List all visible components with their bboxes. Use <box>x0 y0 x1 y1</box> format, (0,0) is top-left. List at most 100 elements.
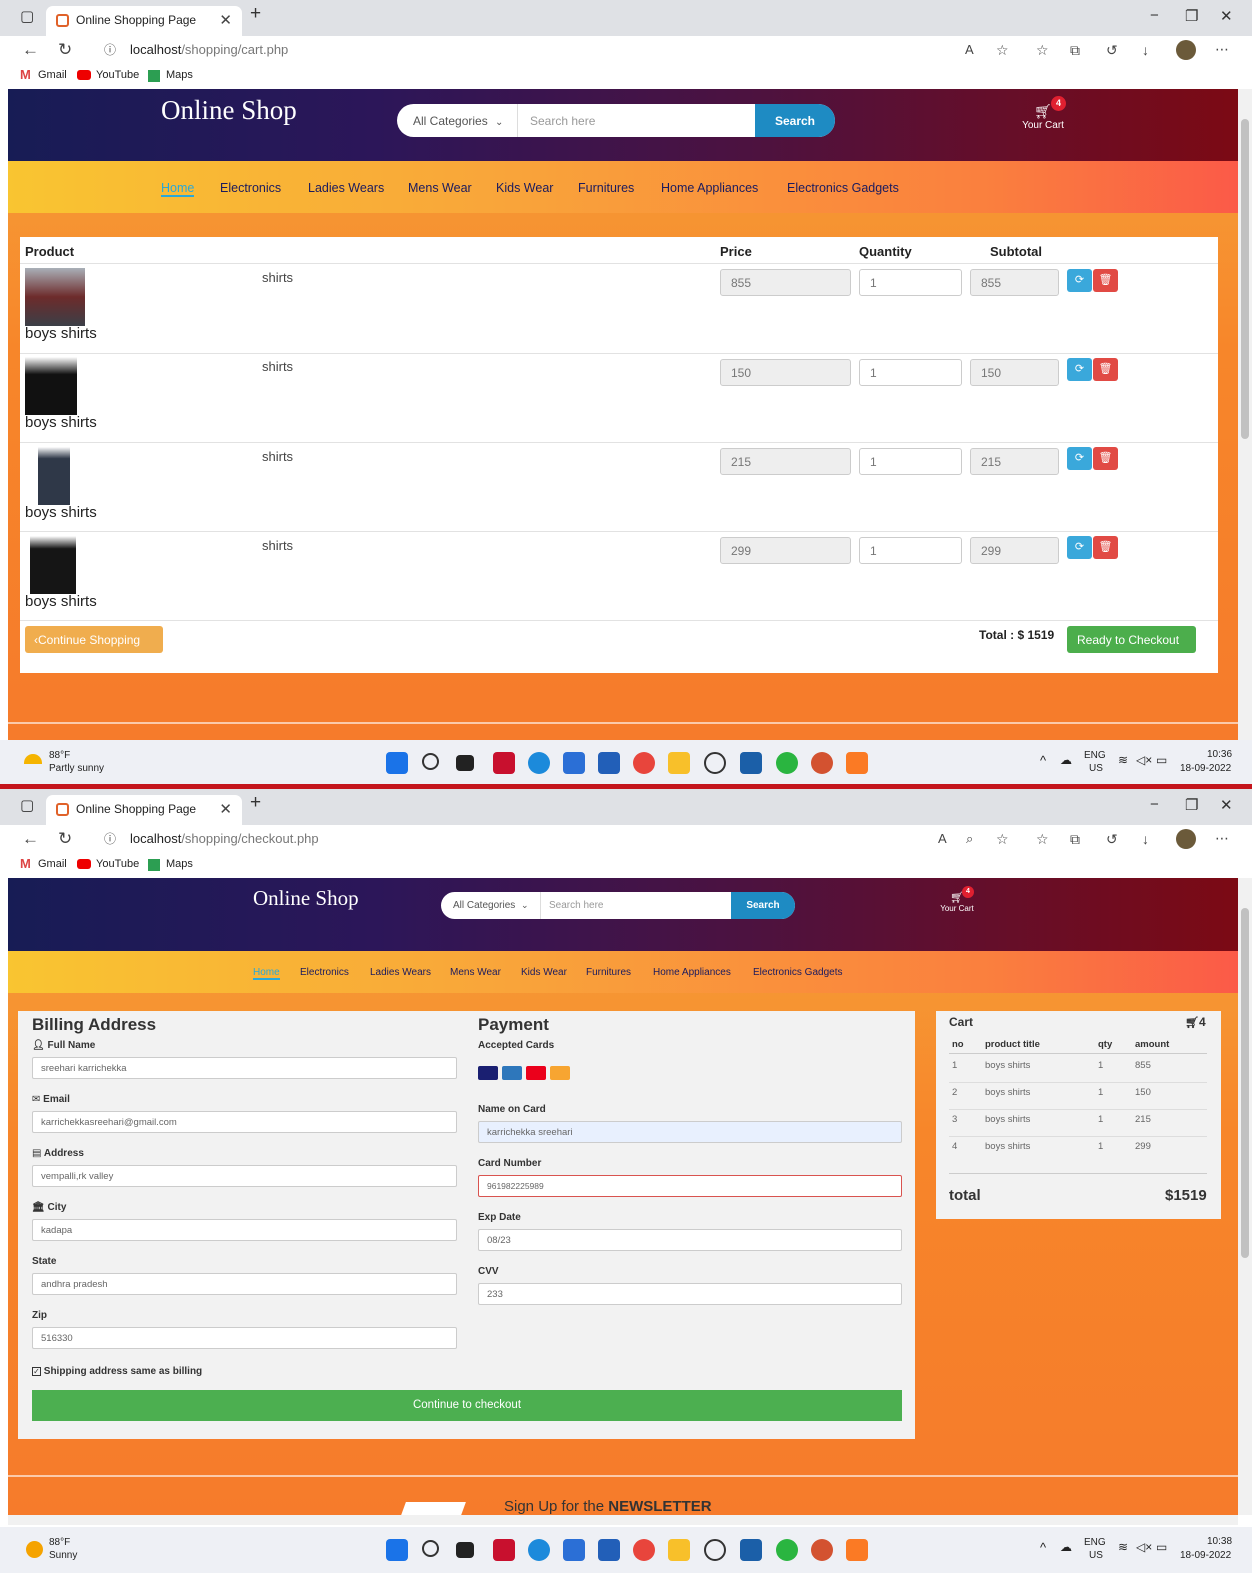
favorite-icon[interactable]: ☆ <box>996 42 1009 59</box>
clock-date[interactable]: 18-09-2022 <box>1180 1550 1231 1561</box>
edge-icon[interactable] <box>528 752 550 774</box>
continue-shopping-button[interactable]: ‹Continue Shopping <box>25 626 163 653</box>
search-input[interactable]: Search here <box>541 892 731 919</box>
restore-icon[interactable]: ❐ <box>1185 7 1198 25</box>
collections-icon[interactable]: ⧉ <box>1070 42 1080 59</box>
powerpoint-icon[interactable] <box>811 752 833 774</box>
back-icon[interactable]: ← <box>22 40 39 60</box>
back-icon[interactable]: ← <box>22 829 39 849</box>
tray-chevron-icon[interactable]: ^ <box>1040 1540 1046 1555</box>
quantity-input[interactable]: 1 <box>859 359 962 386</box>
url-field[interactable]: ⓘ localhost/shopping/cart.php <box>92 37 952 63</box>
menu-furnitures[interactable]: Furnitures <box>586 967 631 978</box>
state-input[interactable]: andhra pradesh <box>32 1273 457 1295</box>
delete-item-button[interactable]: 🗑︎ <box>1093 447 1118 470</box>
menu-kids-wear[interactable]: Kids Wear <box>496 181 553 195</box>
exp-date-input[interactable]: 08/23 <box>478 1229 902 1251</box>
bookmark-gmail[interactable]: Gmail <box>38 858 67 870</box>
clock-date[interactable]: 18-09-2022 <box>1180 763 1231 774</box>
mcafee-icon[interactable] <box>493 752 515 774</box>
menu-home-appliances[interactable]: Home Appliances <box>653 967 731 978</box>
search-input[interactable]: Search here <box>518 104 755 137</box>
dell-icon[interactable] <box>704 752 726 774</box>
mcafee-icon[interactable] <box>493 1539 515 1561</box>
download-icon[interactable]: ↓ <box>1142 831 1149 847</box>
bookmark-maps[interactable]: Maps <box>166 858 193 870</box>
battery-icon[interactable]: ▭ <box>1156 1540 1167 1554</box>
card-number-input[interactable]: 961982225989 <box>478 1175 902 1197</box>
language[interactable]: ENG <box>1084 750 1106 761</box>
horizontal-scrollbar[interactable] <box>8 1515 1238 1525</box>
refresh-item-button[interactable]: ⟳ <box>1067 269 1092 292</box>
collections-icon[interactable]: ⧉ <box>1070 831 1080 848</box>
email-input[interactable]: karrichekkasreehari@gmail.com <box>32 1111 457 1133</box>
cart-link[interactable]: 🛒︎ Your Cart 4 <box>1013 96 1073 131</box>
product-image[interactable] <box>25 357 77 415</box>
cvv-input[interactable]: 233 <box>478 1283 902 1305</box>
chrome-icon[interactable] <box>633 1539 655 1561</box>
new-tab-icon[interactable]: + <box>250 3 261 25</box>
store-icon[interactable] <box>598 752 620 774</box>
menu-home[interactable]: Home <box>161 181 195 197</box>
profile-avatar[interactable] <box>1176 829 1196 849</box>
more-icon[interactable]: ⋯ <box>1215 830 1229 847</box>
wifi-icon[interactable]: ≋ <box>1118 1540 1128 1554</box>
same-address-checkbox[interactable]: ✓ Shipping address same as billing <box>32 1366 202 1377</box>
cart-link[interactable]: 🛒︎ Your Cart 4 <box>933 886 981 913</box>
menu-electronics-gadgets[interactable]: Electronics Gadgets <box>787 181 899 195</box>
whatsapp-icon[interactable] <box>776 752 798 774</box>
prime-icon[interactable] <box>740 1539 762 1561</box>
favorites-icon[interactable]: ☆ <box>1036 831 1049 848</box>
volume-icon[interactable]: ◁× <box>1136 1540 1152 1554</box>
delete-item-button[interactable]: 🗑︎ <box>1093 536 1118 559</box>
prime-icon[interactable] <box>740 752 762 774</box>
product-image[interactable] <box>38 447 70 505</box>
city-input[interactable]: kadapa <box>32 1219 457 1241</box>
ready-to-checkout-button[interactable]: Ready to Checkout <box>1067 626 1196 653</box>
site-logo[interactable]: Online Shop <box>253 886 359 911</box>
xampp-icon[interactable] <box>846 1539 868 1561</box>
delete-item-button[interactable]: 🗑︎ <box>1093 358 1118 381</box>
file-explorer-icon[interactable] <box>668 1539 690 1561</box>
bookmark-maps[interactable]: Maps <box>166 69 193 81</box>
close-window-icon[interactable]: ✕ <box>1220 7 1233 25</box>
menu-kids-wear[interactable]: Kids Wear <box>521 967 567 978</box>
quantity-input[interactable]: 1 <box>859 537 962 564</box>
refresh-item-button[interactable]: ⟳ <box>1067 536 1092 559</box>
history-icon[interactable]: ↺ <box>1106 831 1118 848</box>
todo-icon[interactable] <box>563 1539 585 1561</box>
quantity-input[interactable]: 1 <box>859 269 962 296</box>
xampp-icon[interactable] <box>846 752 868 774</box>
store-icon[interactable] <box>598 1539 620 1561</box>
close-tab-icon[interactable]: ✕ <box>219 800 232 818</box>
menu-ladies-wears[interactable]: Ladies Wears <box>308 181 384 195</box>
zoom-icon[interactable]: ⌕ <box>966 831 973 847</box>
whatsapp-icon[interactable] <box>776 1539 798 1561</box>
menu-mens-wear[interactable]: Mens Wear <box>408 181 472 195</box>
close-window-icon[interactable]: ✕ <box>1220 796 1233 814</box>
close-tab-icon[interactable]: ✕ <box>219 11 232 29</box>
dell-icon[interactable] <box>704 1539 726 1561</box>
product-name[interactable]: boys shirts <box>25 414 97 431</box>
edge-icon[interactable] <box>528 1539 550 1561</box>
refresh-item-button[interactable]: ⟳ <box>1067 358 1092 381</box>
delete-item-button[interactable]: 🗑︎ <box>1093 269 1118 292</box>
region[interactable]: US <box>1089 1550 1103 1561</box>
task-view-icon[interactable] <box>456 755 474 771</box>
product-name[interactable]: boys shirts <box>25 593 97 610</box>
start-icon[interactable] <box>386 1539 408 1561</box>
menu-furnitures[interactable]: Furnitures <box>578 181 634 195</box>
region[interactable]: US <box>1089 763 1103 774</box>
checkbox-checked-icon[interactable]: ✓ <box>32 1367 41 1376</box>
search-button[interactable]: Search <box>731 892 795 919</box>
menu-home[interactable]: Home <box>253 967 280 980</box>
address-input[interactable]: vempalli,rk valley <box>32 1165 457 1187</box>
browser-tab[interactable]: Online Shopping Page ✕ <box>46 6 242 36</box>
quantity-input[interactable]: 1 <box>859 448 962 475</box>
product-name[interactable]: boys shirts <box>25 504 97 521</box>
history-icon[interactable]: ↺ <box>1106 42 1118 59</box>
bookmark-gmail[interactable]: Gmail <box>38 69 67 81</box>
name-on-card-input[interactable]: karrichekka sreehari <box>478 1121 902 1143</box>
scrollbar-thumb[interactable] <box>1241 119 1249 439</box>
powerpoint-icon[interactable] <box>811 1539 833 1561</box>
